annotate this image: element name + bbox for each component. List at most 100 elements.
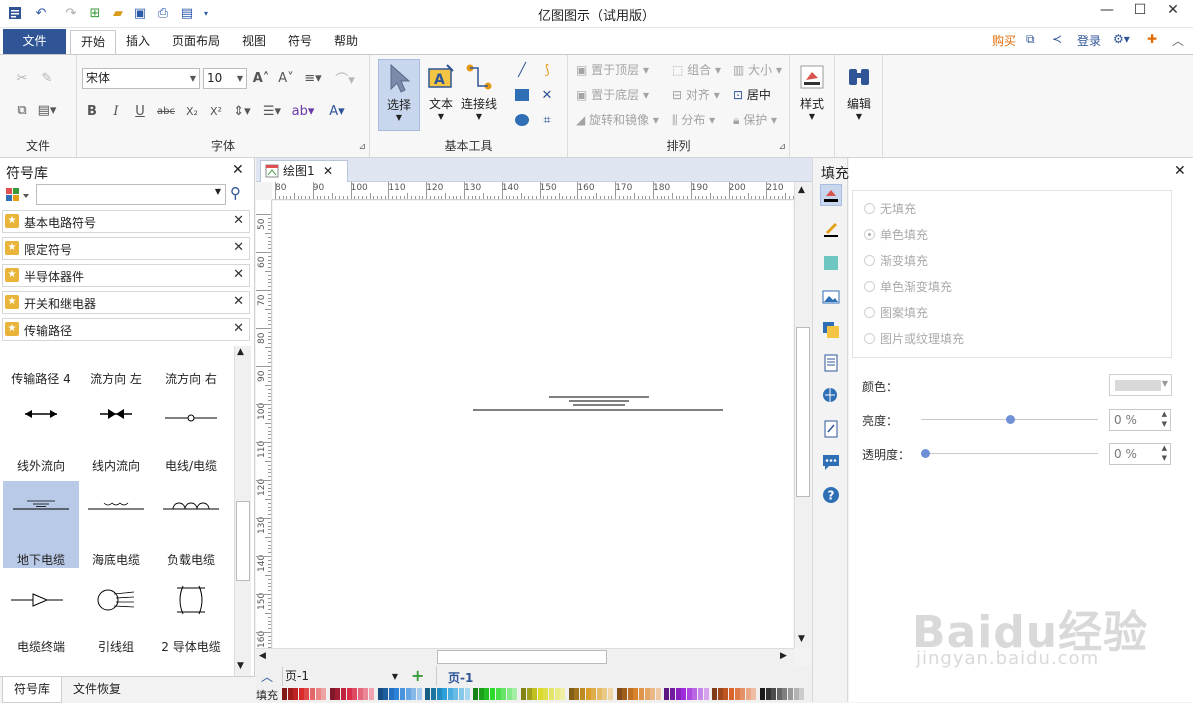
align-text-icon[interactable]: ≡▾ [303, 68, 323, 88]
font-size-combo[interactable]: 10 ▼ [203, 68, 247, 89]
library-menu-icon[interactable] [5, 185, 33, 205]
palette-swatch[interactable] [335, 688, 341, 700]
palette-swatch[interactable] [453, 688, 459, 700]
palette-swatch[interactable] [664, 688, 670, 700]
layers-panel-icon[interactable] [820, 319, 842, 341]
palette-swatch[interactable] [765, 688, 771, 700]
underline-icon[interactable]: U [130, 101, 150, 121]
palette-swatch[interactable] [639, 688, 644, 700]
tab-file[interactable]: 文件 [3, 29, 66, 54]
tab-insert[interactable]: 插入 [116, 30, 160, 54]
palette-swatch[interactable] [304, 688, 310, 700]
palette-swatch[interactable] [585, 688, 591, 700]
palette-swatch[interactable] [644, 688, 650, 700]
palette-swatch[interactable] [771, 688, 777, 700]
palette-swatch[interactable] [459, 688, 464, 700]
close-fill-panel-icon[interactable]: ✕ [1174, 163, 1186, 179]
symbol-item[interactable]: 传输路径 4 [3, 372, 79, 461]
close-icon[interactable]: ✕ [233, 213, 244, 228]
decrease-font-icon[interactable]: A˅ [276, 68, 296, 88]
scroll-up-icon[interactable]: ▲ [237, 347, 244, 357]
scroll-left-icon[interactable]: ◀ [259, 651, 266, 661]
close-icon[interactable]: ✕ [233, 267, 244, 282]
connector-tool-button[interactable]: 连接线 ▼ [458, 59, 500, 131]
palette-swatch[interactable] [416, 688, 422, 700]
palette-swatch[interactable] [357, 688, 363, 700]
arc-tool-icon[interactable]: ⟆ [537, 60, 557, 80]
document-tab[interactable]: 绘图1 ✕ [260, 160, 348, 182]
curve-text-icon[interactable]: ⌒▾ [335, 68, 355, 88]
bold-icon[interactable]: B [82, 101, 102, 121]
palette-swatch[interactable] [580, 688, 585, 700]
palette-swatch[interactable] [591, 688, 597, 700]
style-button[interactable]: 样式 ▼ [792, 59, 832, 131]
palette-swatch[interactable] [282, 688, 287, 700]
collapse-page-icon[interactable]: ︿ [261, 668, 273, 685]
scroll-thumb[interactable] [437, 650, 607, 664]
send-back-button[interactable]: ▣ 置于底层 ▾ [576, 85, 649, 105]
palette-swatch[interactable] [310, 688, 315, 700]
tab-home[interactable]: 开始 [70, 30, 117, 54]
palette-swatch[interactable] [490, 688, 495, 700]
italic-icon[interactable]: I [106, 101, 126, 121]
tab-symbol[interactable]: 符号 [278, 30, 322, 54]
palette-swatch[interactable] [782, 688, 788, 700]
close-document-icon[interactable]: ✕ [323, 161, 333, 181]
share-window-icon[interactable]: ⧉ [1026, 32, 1035, 47]
canvas-horizontal-scrollbar[interactable]: ◀ ▶ [256, 648, 794, 666]
palette-swatch[interactable] [568, 688, 574, 700]
fill-option-solid-gradient[interactable]: 单色渐变填充 [864, 278, 952, 296]
image-panel-icon[interactable] [820, 286, 842, 308]
tab-page-layout[interactable]: 页面布局 [162, 30, 230, 54]
fill-option-picture[interactable]: 图片或纹理填充 [864, 330, 964, 348]
palette-swatch[interactable] [616, 688, 622, 700]
palette-swatch[interactable] [341, 688, 346, 700]
palette-swatch[interactable] [388, 688, 394, 700]
palette-swatch[interactable] [596, 688, 602, 700]
fill-panel-icon[interactable] [820, 184, 842, 206]
size-button[interactable]: ▥ 大小 ▾ [733, 60, 782, 80]
shadow-panel-icon[interactable] [820, 252, 842, 274]
palette-swatch[interactable] [298, 688, 304, 700]
palette-swatch[interactable] [495, 688, 501, 700]
palette-swatch[interactable] [602, 688, 608, 700]
line-tool-icon[interactable]: ╱ [512, 60, 532, 80]
scroll-thumb[interactable] [796, 327, 810, 497]
fill-option-solid[interactable]: 单色填充 [864, 226, 928, 244]
palette-swatch[interactable] [776, 688, 782, 700]
palette-swatch[interactable] [501, 688, 507, 700]
search-icon[interactable]: ⚲ [230, 184, 241, 202]
brightness-input[interactable]: 0 % ▲ ▼ [1109, 409, 1171, 431]
palette-swatch[interactable] [549, 688, 554, 700]
symbol-item-selected[interactable]: 地下电缆 [3, 481, 79, 568]
palette-swatch[interactable] [740, 688, 746, 700]
close-icon[interactable]: ✕ [233, 321, 244, 336]
palette-swatch[interactable] [681, 688, 687, 700]
close-icon[interactable]: ✕ [233, 294, 244, 309]
note-panel-icon[interactable] [820, 418, 842, 440]
palette-swatch[interactable] [686, 688, 692, 700]
palette-swatch[interactable] [543, 688, 549, 700]
palette-swatch[interactable] [315, 688, 321, 700]
palette-swatch[interactable] [633, 688, 639, 700]
palette-swatch[interactable] [627, 688, 633, 700]
palette-swatch[interactable] [383, 688, 389, 700]
library-scrollbar[interactable]: ▲ ▼ [234, 346, 251, 676]
close-icon[interactable]: ✕ [233, 240, 244, 255]
minimize-button[interactable]: — [1090, 0, 1124, 22]
library-category[interactable]: ★ 基本电路符号 ✕ [2, 210, 250, 233]
scroll-down-icon[interactable]: ▼ [798, 634, 805, 644]
transparency-slider[interactable] [921, 453, 1098, 454]
palette-swatch[interactable] [788, 688, 793, 700]
comment-panel-icon[interactable] [820, 451, 842, 473]
ellipse-tool-icon[interactable] [512, 110, 532, 130]
spinner-icon[interactable]: ▲ ▼ [1162, 409, 1167, 429]
palette-swatches[interactable] [282, 688, 805, 700]
symbol-item[interactable]: 引线组 [78, 568, 154, 655]
symbol-item[interactable]: 流方向 左 [78, 372, 154, 461]
palette-swatch[interactable] [436, 688, 442, 700]
palette-swatch[interactable] [394, 688, 400, 700]
library-category[interactable]: ★ 限定符号 ✕ [2, 237, 250, 260]
tab-view[interactable]: 视图 [232, 30, 276, 54]
select-tool-button[interactable]: 选择 ▼ [378, 59, 420, 131]
